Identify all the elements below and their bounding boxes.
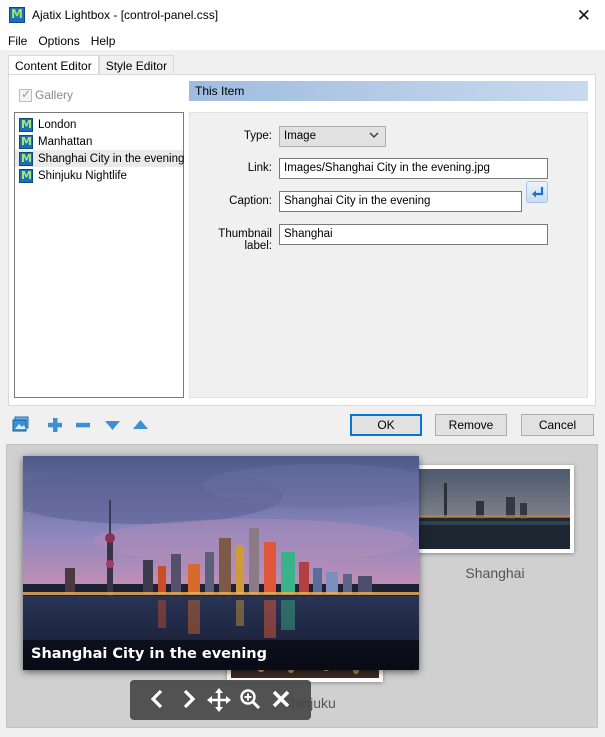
plus-icon[interactable]: [47, 417, 63, 433]
arrow-up-icon[interactable]: [132, 419, 149, 431]
thumbnail-label-shanghai: Shanghai: [465, 565, 525, 581]
thumbnail-shanghai[interactable]: [412, 465, 574, 553]
close-window-icon[interactable]: ✕: [577, 6, 591, 26]
gallery-checkbox[interactable]: Gallery: [19, 87, 74, 102]
lightbox-preview: Shanghai Shinjuku: [6, 444, 598, 728]
thumbnail-label-input[interactable]: Shanghai: [279, 224, 548, 245]
checkbox-check-icon: [19, 87, 32, 102]
bottom-toolbar: OK Remove Cancel: [0, 410, 605, 440]
menu-help[interactable]: Help: [91, 34, 116, 48]
menu-file[interactable]: File: [8, 34, 27, 48]
cancel-button[interactable]: Cancel: [521, 414, 594, 436]
minus-icon[interactable]: [75, 417, 91, 433]
type-select-value: Image: [284, 130, 316, 142]
zoom-in-icon[interactable]: [239, 688, 261, 710]
lightbox-main-image: Shanghai City in the evening: [23, 456, 419, 670]
image-item-icon: [19, 168, 33, 183]
ok-button[interactable]: OK: [350, 414, 422, 436]
caption-label: Caption:: [229, 195, 272, 207]
tab-style-editor[interactable]: Style Editor: [98, 55, 175, 75]
link-label: Link:: [247, 162, 272, 174]
section-header: This Item: [189, 81, 588, 101]
image-item-icon: [19, 151, 33, 166]
chevron-right-icon[interactable]: [180, 688, 198, 710]
item-properties: Type: Image Link: Images/Shanghai City i…: [189, 112, 588, 398]
shanghai-thumbnail-image: [416, 469, 570, 549]
type-label: Type:: [243, 130, 272, 142]
remove-button[interactable]: Remove: [435, 414, 507, 436]
caption-input[interactable]: Shanghai City in the evening: [279, 191, 522, 212]
list-item-manhattan[interactable]: Manhattan: [15, 133, 183, 150]
lightbox-controls: [130, 680, 311, 720]
menu-options[interactable]: Options: [38, 34, 79, 48]
move-icon[interactable]: [207, 688, 231, 712]
app-logo-icon: [9, 7, 25, 23]
chevron-down-icon: [369, 130, 379, 143]
list-item-shanghai[interactable]: Shanghai City in the evening: [15, 150, 185, 167]
list-item-label: Manhattan: [38, 135, 93, 148]
menu-bar: File Options Help: [0, 31, 605, 50]
gallery-icon[interactable]: [12, 416, 29, 433]
list-item-london[interactable]: London: [15, 116, 183, 133]
arrow-down-icon[interactable]: [104, 419, 121, 431]
enter-arrow-icon: [532, 187, 544, 198]
link-input[interactable]: Images/Shanghai City in the evening.jpg: [279, 158, 548, 179]
title-bar: Ajatix Lightbox - [control-panel.css] ✕: [0, 0, 605, 31]
list-item-shinjuku[interactable]: Shinjuku Nightlife: [15, 167, 183, 184]
image-item-icon: [19, 134, 33, 149]
lightbox-caption: Shanghai City in the evening: [23, 640, 419, 670]
list-item-label: Shinjuku Nightlife: [38, 169, 127, 182]
insert-newline-button[interactable]: [526, 181, 548, 203]
image-item-icon: [19, 117, 33, 132]
type-select[interactable]: Image: [279, 126, 386, 147]
list-item-label: Shanghai City in the evening: [38, 152, 185, 165]
close-icon[interactable]: [271, 688, 291, 710]
shanghai-skyline-image: [23, 456, 419, 670]
item-list[interactable]: London Manhattan Shanghai City in the ev…: [14, 112, 184, 398]
list-item-label: London: [38, 118, 77, 131]
chevron-left-icon[interactable]: [148, 688, 166, 710]
tab-content-editor[interactable]: Content Editor: [8, 55, 99, 76]
thumbnail-label-label: Thumbnail label:: [218, 228, 272, 252]
window-title: Ajatix Lightbox - [control-panel.css]: [32, 8, 219, 22]
gallery-label: Gallery: [35, 88, 74, 102]
tab-strip: Content Editor Style Editor: [8, 55, 175, 76]
content-editor-panel: Gallery London Manhattan Shanghai City i…: [8, 74, 596, 406]
